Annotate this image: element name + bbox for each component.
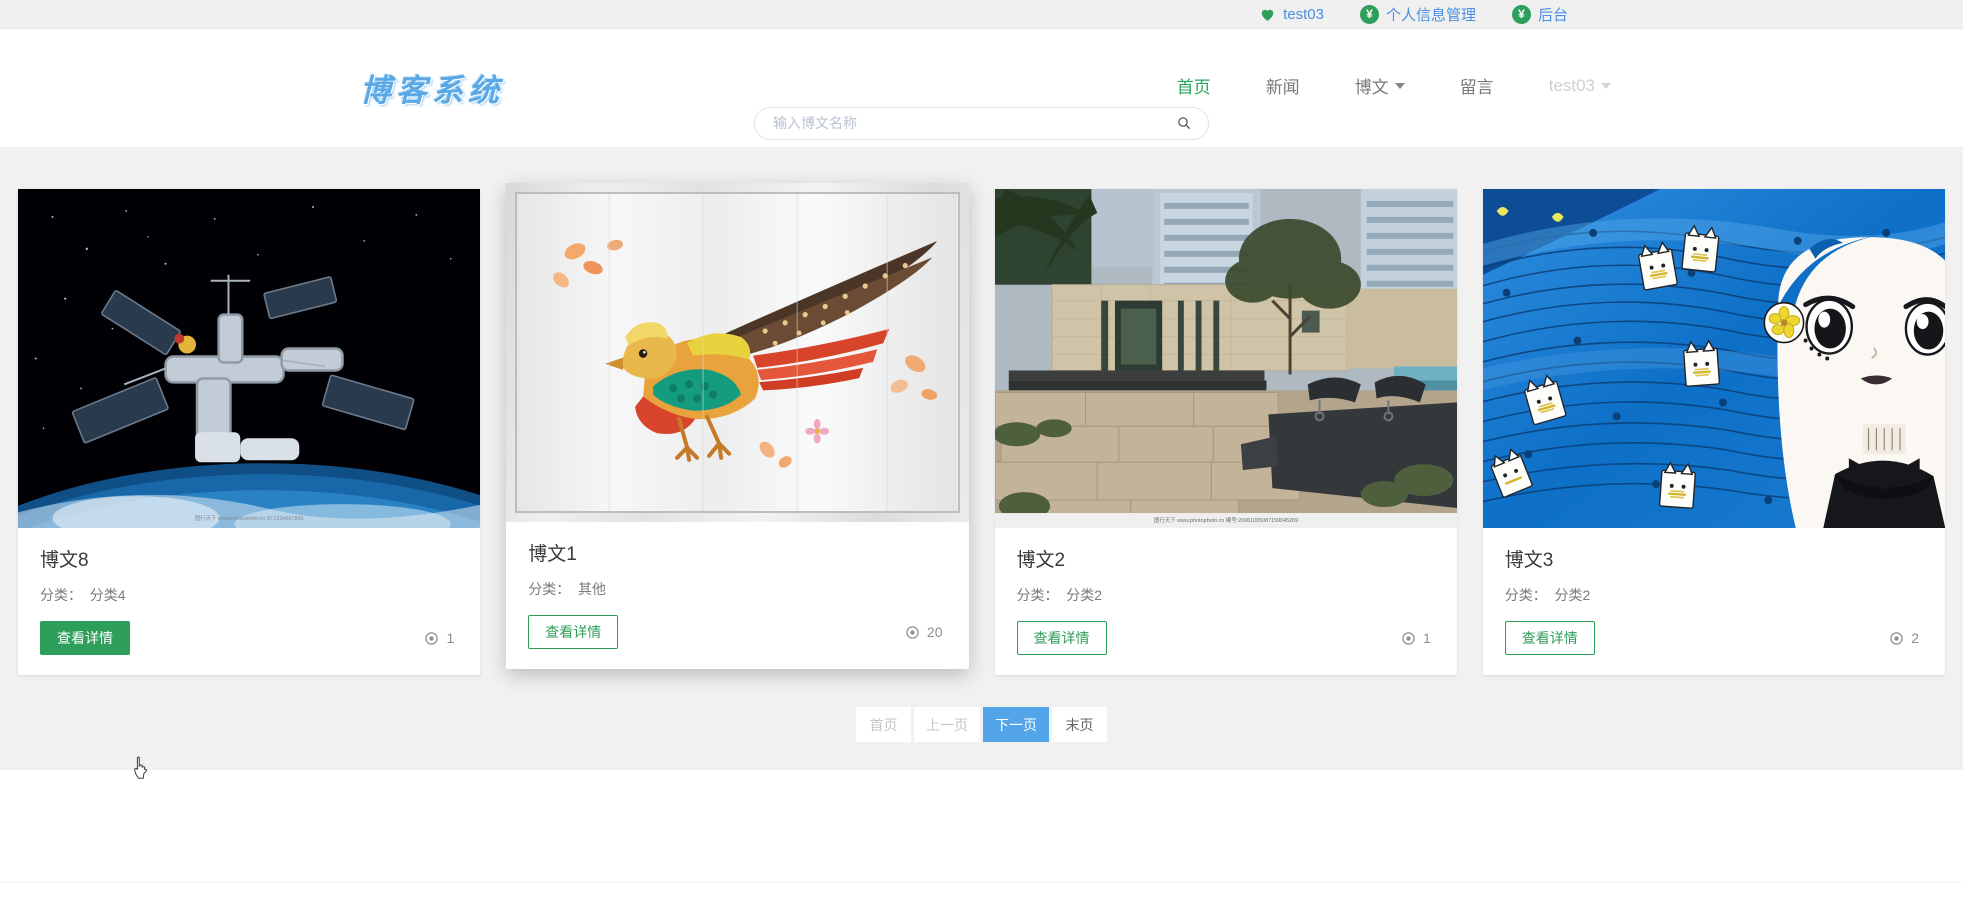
space-station-photo: 图行天下 www.photophoto.cn ID:1234567890 [18,189,481,528]
blog-card-category-value: 分类2 [1554,587,1591,603]
nav-item-label: 新闻 [1265,78,1300,97]
view-count-value: 1 [1422,630,1431,647]
site-header: 博客系统 首页 新闻 博文 留言 test03 [0,29,1963,109]
golden-pheasant-painting [506,183,969,522]
topbar-item-label: test03 [1283,5,1324,23]
blog-card-grid: 图行天下 www.photophoto.cn ID:1234567890 博文8… [0,148,1963,676]
blog-card-category-value: 其他 [578,581,607,597]
nav-item-label: 首页 [1176,78,1211,97]
blog-card-category: 分类： 其他 [528,579,946,599]
blog-card-body: 博文1 分类： 其他 查看详情 20 [506,522,968,669]
nav-item-label: 博文 [1354,78,1389,97]
pagination: 首页 上一页 下一页 末页 [0,707,1963,743]
blog-card-body: 博文2 分类： 分类2 查看详情 1 [995,528,1457,675]
blog-card-category: 分类： 分类2 [1017,585,1435,605]
blog-card-title: 博文1 [528,544,577,565]
view-count-value: 2 [1911,630,1919,647]
nav-item-messages[interactable]: 留言 [1460,73,1494,98]
yen-circle-icon: ¥ [1511,4,1531,24]
blog-card-category-value: 分类2 [1066,587,1103,603]
eye-icon [1889,631,1904,646]
blog-card[interactable]: 图行天下 www.photophoto.cn ID:1234567890 博文8… [18,189,481,676]
pagination-prev-button[interactable]: 上一页 [914,707,980,743]
blog-card-category: 分类： 分类4 [40,585,458,605]
blog-card-title: 博文2 [1016,550,1066,571]
footer-spacer [0,770,1963,882]
chevron-down-icon [1601,82,1611,89]
blog-card[interactable]: 图行天下 www.photophoto.cn 编号:20061005087159… [994,189,1457,676]
view-count: 2 [1889,630,1923,646]
blog-card-category-label: 分类： [40,587,82,603]
blog-card[interactable]: 博文1 分类： 其他 查看详情 20 [506,183,969,670]
pagination-next-button[interactable]: 下一页 [983,707,1049,743]
blog-card-category-value: 分类4 [89,587,126,603]
blog-card-footer: 查看详情 2 [1504,621,1923,656]
nav-item-news[interactable]: 新闻 [1266,73,1300,98]
view-detail-button[interactable]: 查看详情 [1016,621,1107,656]
blog-card-title: 博文8 [40,550,89,571]
nav-item-blog[interactable]: 博文 [1355,73,1405,98]
blog-card-category-label: 分类： [1016,587,1059,603]
eye-icon [1401,631,1416,646]
blog-card-category-label: 分类： [1504,587,1547,603]
blue-hair-girl-illustration [1482,189,1945,528]
blog-card-category-label: 分类： [528,581,571,597]
blog-card-title: 博文3 [1504,550,1554,571]
eye-icon [905,625,920,640]
blog-card-category: 分类： 分类2 [1505,585,1923,605]
blog-card[interactable]: 博文3 分类： 分类2 查看详情 2 [1482,189,1945,676]
nav-item-label: test03 [1548,75,1595,95]
blog-card-body: 博文3 分类： 分类2 查看详情 2 [1483,528,1945,675]
search-box[interactable] [754,106,1209,140]
blog-card-image[interactable] [506,183,969,522]
topbar-item-user[interactable]: test03 [1259,6,1324,23]
nav-item-home[interactable]: 首页 [1177,73,1211,98]
svg-text:图行天下 www.photophoto.cn ID:123: 图行天下 www.photophoto.cn ID:1234567890 [195,514,304,522]
heart-icon [1259,6,1276,23]
view-count: 20 [905,624,947,640]
view-count-value: 20 [926,624,943,641]
modern-courtyard-photo: 图行天下 www.photophoto.cn 编号:20061005087159… [994,189,1457,528]
topbar-item-label: 个人信息管理 [1385,6,1476,24]
blog-card-image[interactable]: 图行天下 www.photophoto.cn 编号:20061005087159… [994,189,1457,528]
view-count: 1 [1401,630,1435,646]
site-logo[interactable]: 博客系统 [360,65,504,110]
main-navigation: 首页 新闻 博文 留言 test03 [1177,73,1611,98]
view-count: 1 [424,630,458,646]
search-bar-region [0,99,1963,148]
topbar-item-admin[interactable]: ¥ 后台 [1511,4,1568,25]
blog-card-footer: 查看详情 20 [528,615,947,650]
search-input[interactable] [773,115,1176,131]
blog-card-footer: 查看详情 1 [1016,621,1435,656]
pagination-first-button[interactable]: 首页 [856,707,911,743]
nav-item-label: 留言 [1459,78,1494,97]
topbar-item-profile-management[interactable]: ¥ 个人信息管理 [1359,4,1476,25]
nav-item-account[interactable]: test03 [1549,76,1611,96]
site-footer: CopyRight © 2020 博客系统 [0,882,1963,916]
view-count-value: 1 [446,630,455,647]
topbar-item-label: 后台 [1537,6,1568,24]
main-content: 图行天下 www.photophoto.cn ID:1234567890 博文8… [0,148,1963,779]
pagination-last-button[interactable]: 末页 [1052,707,1107,743]
blog-card-footer: 查看详情 1 [40,621,458,656]
eye-icon [424,631,439,646]
search-icon[interactable] [1176,115,1192,131]
blog-card-image[interactable]: 图行天下 www.photophoto.cn ID:1234567890 [18,189,481,528]
view-detail-button[interactable]: 查看详情 [528,615,619,650]
blog-card-image[interactable] [1482,189,1945,528]
chevron-down-icon [1394,82,1405,89]
top-utility-bar: test03 ¥ 个人信息管理 ¥ 后台 [0,0,1963,29]
view-detail-button[interactable]: 查看详情 [40,621,130,656]
view-detail-button[interactable]: 查看详情 [1504,621,1595,656]
svg-text:图行天下 www.photophoto.cn 编号:200: 图行天下 www.photophoto.cn 编号:20061005087159… [1154,516,1298,524]
yen-circle-icon: ¥ [1359,4,1379,24]
blog-card-body: 博文8 分类： 分类4 查看详情 1 [18,528,480,675]
